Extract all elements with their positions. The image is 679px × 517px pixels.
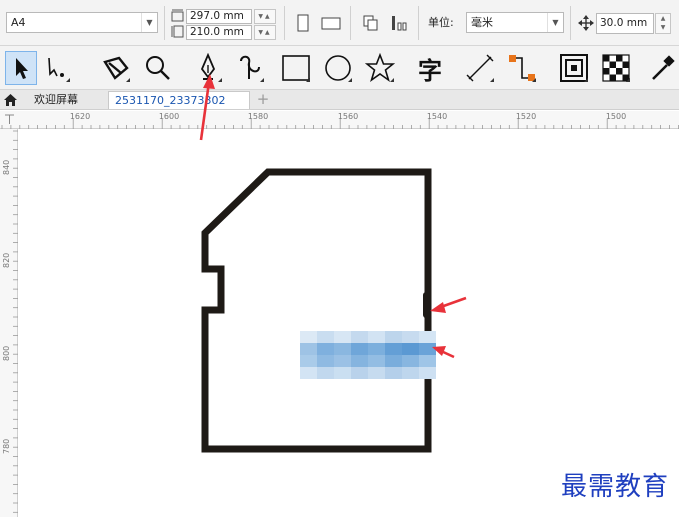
nudge-distance-field[interactable]: 30.0 mm bbox=[596, 13, 654, 34]
unit-value: 毫米 bbox=[471, 16, 493, 29]
nudge-icon bbox=[578, 15, 594, 31]
text-tool-icon: 字 bbox=[418, 56, 442, 85]
separator bbox=[284, 6, 285, 40]
page-width-spinner[interactable]: ▼▲ bbox=[254, 9, 276, 24]
vertical-ruler[interactable]: 840 820 800 780 bbox=[0, 129, 18, 517]
connector-tool[interactable] bbox=[506, 51, 538, 85]
page-height-field[interactable]: 210.0 mm bbox=[186, 25, 252, 40]
zoom-tool[interactable] bbox=[142, 51, 174, 85]
tab-document[interactable]: 2531170_23373302 34..* bbox=[108, 91, 250, 125]
ruler-label: 1600 bbox=[158, 112, 180, 121]
horizontal-ruler[interactable]: 1620 1600 1580 1560 1540 1520 1500 bbox=[0, 111, 679, 129]
page-size-value: A4 bbox=[11, 16, 26, 29]
ruler-label: 820 bbox=[2, 252, 11, 268]
polygon-tool[interactable] bbox=[364, 51, 396, 85]
watermark-text: 最需教育 bbox=[560, 472, 669, 502]
ruler-label: 1560 bbox=[337, 112, 359, 121]
separator bbox=[418, 6, 419, 40]
drawing-canvas[interactable] bbox=[19, 129, 679, 517]
ruler-label: 1520 bbox=[515, 112, 537, 121]
separator bbox=[164, 6, 165, 40]
text-tool[interactable]: 字 bbox=[414, 51, 446, 85]
ruler-label: 800 bbox=[2, 345, 11, 361]
unit-select[interactable]: 毫米 ▼ bbox=[466, 12, 564, 33]
chevron-down-icon: ▼ bbox=[547, 13, 563, 32]
unit-label: 单位: bbox=[428, 16, 454, 29]
chevron-down-icon: ▼ bbox=[141, 13, 157, 32]
separator bbox=[350, 6, 351, 40]
all-pages-icon[interactable] bbox=[360, 12, 382, 34]
page-width-icon bbox=[171, 9, 184, 22]
page-width-field[interactable]: 297.0 mm bbox=[186, 9, 252, 24]
tab-welcome-screen[interactable]: 欢迎屏幕 bbox=[28, 91, 84, 109]
eyedropper-icon bbox=[652, 55, 675, 80]
zoom-icon bbox=[146, 56, 170, 80]
rectangle-tool[interactable] bbox=[280, 51, 312, 85]
vertical-ruler-ticks bbox=[13, 130, 18, 513]
pick-tool[interactable] bbox=[5, 51, 37, 85]
shape-outline[interactable] bbox=[201, 168, 432, 453]
eyedropper-tool[interactable] bbox=[646, 51, 678, 85]
ruler-label: 1500 bbox=[605, 112, 627, 121]
toolbox: 字 bbox=[0, 46, 679, 90]
ruler-label: 1540 bbox=[426, 112, 448, 121]
pen-tool[interactable] bbox=[192, 51, 224, 85]
transparency-tool[interactable] bbox=[600, 51, 632, 85]
ruler-label: 780 bbox=[2, 438, 11, 454]
home-icon[interactable] bbox=[4, 94, 17, 106]
smart-fill-tool[interactable] bbox=[100, 51, 132, 85]
ruler-label: 840 bbox=[2, 159, 11, 175]
page-height-spinner[interactable]: ▼▲ bbox=[254, 25, 276, 40]
ruler-origin-icon[interactable] bbox=[3, 113, 16, 126]
property-bar: A4 ▼ 297.0 mm ▼▲ 210.0 mm ▼▲ 单位: 毫米 ▼ 30… bbox=[0, 0, 679, 46]
pointer-icon bbox=[16, 58, 28, 79]
sd-card-shape[interactable] bbox=[19, 129, 679, 517]
page-height-icon bbox=[171, 25, 184, 38]
ellipse-tool[interactable] bbox=[322, 51, 354, 85]
shape-tool[interactable] bbox=[40, 51, 72, 85]
current-page-icon[interactable] bbox=[388, 12, 410, 34]
landscape-icon[interactable] bbox=[320, 12, 342, 34]
document-tab-bar: 欢迎屏幕 2531170_23373302 34..* + bbox=[0, 90, 679, 125]
add-tab-button[interactable]: + bbox=[255, 92, 271, 108]
separator bbox=[570, 6, 571, 40]
ruler-label: 1620 bbox=[69, 112, 91, 121]
portrait-icon[interactable] bbox=[292, 12, 314, 34]
ruler-label: 1580 bbox=[247, 112, 269, 121]
pixelated-blur bbox=[300, 331, 436, 379]
dimension-tool[interactable] bbox=[464, 51, 496, 85]
page-size-select[interactable]: A4 ▼ bbox=[6, 12, 158, 33]
bezier-tool[interactable] bbox=[234, 51, 266, 85]
contour-tool[interactable] bbox=[558, 51, 590, 85]
nudge-distance-spinner[interactable]: ▲ ▼ bbox=[655, 13, 671, 34]
